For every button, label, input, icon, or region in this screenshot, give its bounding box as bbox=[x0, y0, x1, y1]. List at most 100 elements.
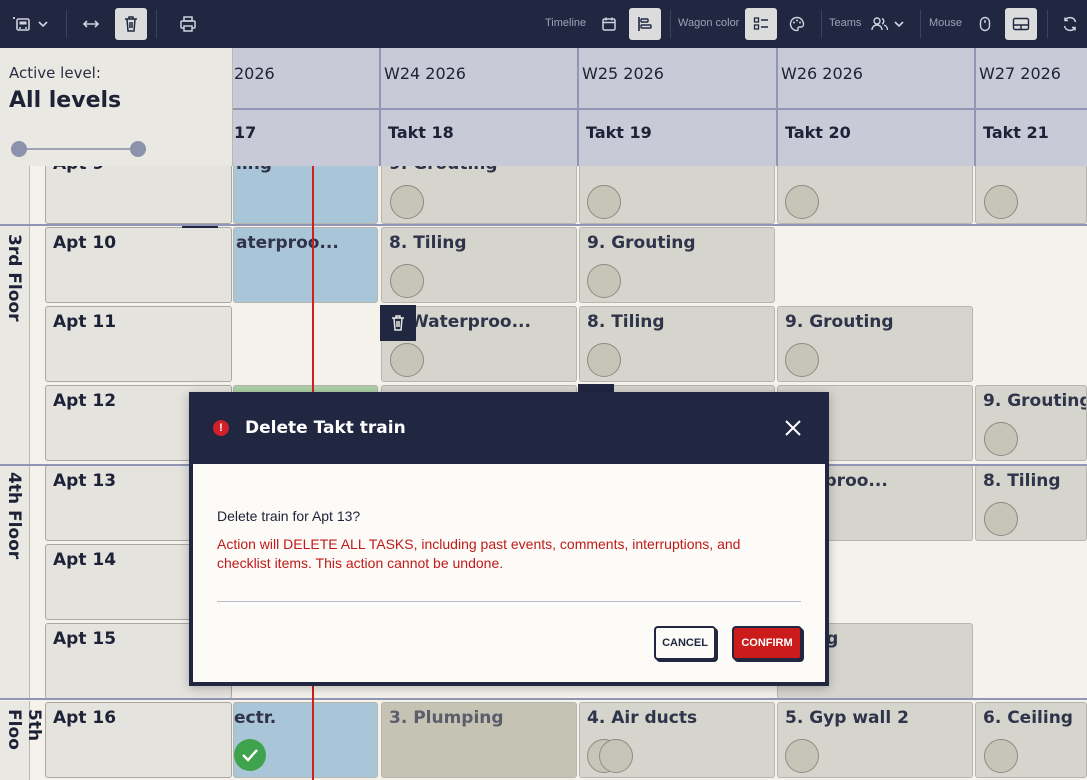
close-button[interactable] bbox=[783, 418, 803, 438]
team-avatar[interactable] bbox=[785, 739, 819, 773]
column-divider bbox=[379, 108, 381, 166]
panel-icon bbox=[1012, 17, 1030, 31]
task-wagon[interactable]: 5. Gyp wall 2 bbox=[777, 702, 973, 778]
task-label: 5. Gyp wall 2 bbox=[785, 708, 909, 728]
task-label: 8. Tiling bbox=[389, 233, 467, 253]
calendar-view-button[interactable] bbox=[594, 8, 624, 40]
floor-separator bbox=[0, 698, 1087, 700]
expand-horizontal-icon bbox=[82, 20, 100, 28]
apartment-row-header[interactable]: Apt 11 bbox=[45, 306, 232, 382]
week-header: W27 2026 bbox=[979, 64, 1061, 83]
takt-header: Takt 21 bbox=[983, 123, 1049, 142]
teams-dropdown-button[interactable] bbox=[866, 8, 910, 40]
task-label: 9. Grouting bbox=[983, 391, 1087, 411]
team-avatar[interactable] bbox=[599, 739, 633, 773]
close-icon bbox=[785, 420, 801, 436]
task-wagon[interactable]: 9. Grouting bbox=[777, 306, 973, 382]
delete-mode-button[interactable] bbox=[115, 8, 147, 40]
delete-train-button[interactable] bbox=[380, 305, 416, 341]
task-label: aterproo... bbox=[236, 233, 339, 253]
task-wagon[interactable]: 8. Tiling bbox=[579, 306, 775, 382]
apartment-row-header[interactable]: Apt 10 bbox=[45, 227, 232, 303]
wagon-color-palette-button[interactable] bbox=[782, 8, 812, 40]
column-divider bbox=[577, 108, 579, 166]
team-avatar[interactable] bbox=[390, 185, 424, 219]
chevron-down-icon bbox=[894, 21, 904, 28]
cancel-button[interactable]: CANCEL bbox=[654, 626, 716, 660]
refresh-button[interactable] bbox=[1055, 8, 1085, 40]
dialog-warning-text: Action will DELETE ALL TASKS, including … bbox=[217, 536, 741, 571]
warning-icon: ! bbox=[213, 420, 229, 436]
print-button[interactable] bbox=[172, 8, 204, 40]
apartment-row-header[interactable]: Apt 16 bbox=[45, 702, 232, 778]
task-wagon[interactable]: 9. Grouting bbox=[975, 385, 1087, 461]
task-wagon[interactable]: 4. Air ducts bbox=[579, 702, 775, 778]
team-avatar[interactable] bbox=[984, 502, 1018, 536]
users-icon bbox=[871, 17, 889, 31]
trash-icon bbox=[125, 16, 137, 32]
add-train-button[interactable] bbox=[6, 8, 54, 40]
week-header: W24 2026 bbox=[384, 64, 466, 83]
calendar-icon bbox=[602, 17, 616, 31]
apartment-label: Apt 15 bbox=[53, 629, 117, 649]
floor-strip-5th: 5th Floo bbox=[0, 701, 44, 780]
palette-icon bbox=[789, 16, 805, 32]
task-label: 3. Plumping bbox=[389, 708, 504, 728]
apartment-label: Apt 10 bbox=[53, 233, 117, 253]
trackpad-mode-button[interactable] bbox=[1005, 8, 1037, 40]
week-header: W26 2026 bbox=[781, 64, 863, 83]
task-label: 6. Ceiling bbox=[983, 708, 1073, 728]
dialog-question: Delete train for Apt 13? bbox=[217, 508, 361, 524]
active-level-value: All levels bbox=[9, 88, 122, 113]
week-header: 2026 bbox=[234, 64, 275, 83]
floor-strip-3rd: 3rd Floor bbox=[0, 226, 30, 464]
floor-label: 4th Floor bbox=[4, 472, 24, 560]
completed-check-icon[interactable] bbox=[234, 739, 266, 771]
column-divider bbox=[776, 108, 778, 166]
team-avatar[interactable] bbox=[984, 185, 1018, 219]
wagon-color-label: Wagon color bbox=[678, 17, 740, 29]
gantt-icon bbox=[638, 17, 652, 31]
wagon-color-checklist-button[interactable] bbox=[745, 8, 777, 40]
task-label: ectr. bbox=[234, 708, 277, 728]
task-wagon[interactable]: 9. Grouting bbox=[579, 227, 775, 303]
team-avatar[interactable] bbox=[587, 343, 621, 377]
confirm-button[interactable]: CONFIRM bbox=[732, 626, 802, 660]
team-avatar[interactable] bbox=[984, 422, 1018, 456]
level-slider-min-handle[interactable] bbox=[11, 141, 27, 157]
gantt-view-button[interactable] bbox=[629, 8, 661, 40]
task-label: 9. Grouting bbox=[785, 312, 894, 332]
task-label: Waterproo... bbox=[410, 312, 531, 332]
task-wagon[interactable]: 8. Tiling bbox=[975, 465, 1087, 541]
team-avatar[interactable] bbox=[390, 264, 424, 298]
mouse-label: Mouse bbox=[929, 17, 963, 29]
week-header: W25 2026 bbox=[582, 64, 664, 83]
task-label: 4. Air ducts bbox=[587, 708, 698, 728]
takt-header: Takt 20 bbox=[785, 123, 851, 142]
team-avatar[interactable] bbox=[587, 264, 621, 298]
task-wagon[interactable]: 3. Plumping bbox=[381, 702, 577, 778]
floor-label: 5th Floo bbox=[4, 709, 44, 750]
floor-strip bbox=[0, 166, 30, 224]
apartment-label: Apt 16 bbox=[53, 708, 117, 728]
task-wagon[interactable]: ectr. bbox=[233, 702, 378, 778]
task-label: 8. Tiling bbox=[587, 312, 665, 332]
task-wagon[interactable]: 8. Tiling bbox=[381, 227, 577, 303]
level-slider-max-handle[interactable] bbox=[130, 141, 146, 157]
selection-marker bbox=[182, 226, 218, 228]
team-avatar[interactable] bbox=[984, 739, 1018, 773]
level-slider-track[interactable] bbox=[19, 148, 139, 150]
dialog-title: Delete Takt train bbox=[245, 418, 406, 438]
task-wagon[interactable]: 6. Ceiling bbox=[975, 702, 1087, 778]
task-wagon[interactable]: aterproo... bbox=[233, 227, 378, 303]
toolbar-separator bbox=[1047, 10, 1048, 38]
mouse-icon bbox=[979, 16, 991, 32]
team-avatar[interactable] bbox=[587, 185, 621, 219]
delete-takt-train-dialog: ! Delete Takt train Delete train for Apt… bbox=[189, 392, 829, 686]
task-label: 8. Tiling bbox=[983, 471, 1061, 491]
team-avatar[interactable] bbox=[785, 343, 819, 377]
team-avatar[interactable] bbox=[785, 185, 819, 219]
expand-horizontal-button[interactable] bbox=[76, 8, 106, 40]
team-avatar[interactable] bbox=[390, 343, 424, 377]
mouse-mode-button[interactable] bbox=[970, 8, 1000, 40]
